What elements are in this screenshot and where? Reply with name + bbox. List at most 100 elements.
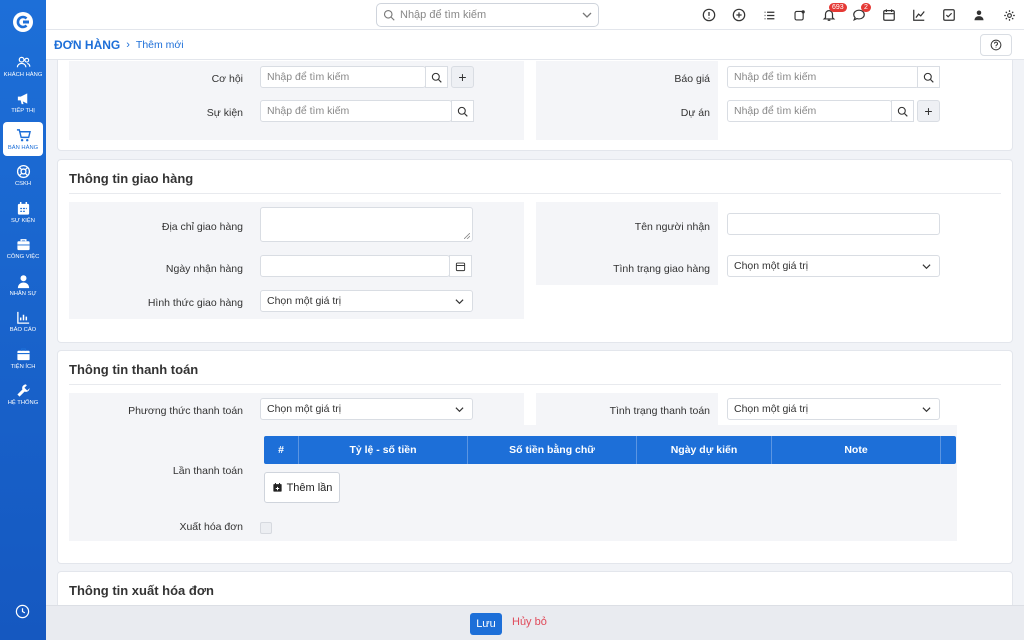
sidebar-item-label: HỆ THỐNG: [7, 400, 39, 406]
sidebar-item[interactable]: CSKH: [3, 159, 43, 193]
column-header: Tỷ lệ - số tiền: [299, 436, 468, 464]
add-icon[interactable]: [724, 0, 754, 30]
megaphone-icon: [16, 91, 31, 108]
sidebar-item-label: CÔNG VIỆC: [6, 254, 40, 260]
global-search-input[interactable]: Nhập để tìm kiếm: [376, 3, 599, 27]
sidebar-item-label: TIỆN ÍCH: [10, 363, 36, 370]
delivery-section: Thông tin giao hàng Địa chỉ giao hàng Ng…: [57, 159, 1013, 343]
bao-gia-input[interactable]: Nhập để tìm kiếm: [727, 66, 919, 88]
sidebar-item[interactable]: TIẾP THỊ: [3, 86, 43, 120]
payment-status-label: Tình trạng thanh toán: [609, 405, 710, 417]
notification-bell-icon[interactable]: 693: [814, 0, 847, 30]
sidebar-item[interactable]: HỆ THỐNG: [3, 378, 43, 412]
plus-icon: +: [458, 69, 467, 85]
settings-gear-icon[interactable]: [994, 0, 1024, 30]
su-kien-search-button[interactable]: [451, 100, 474, 122]
sidebar-item[interactable]: KHÁCH HÀNG: [3, 49, 43, 83]
sidebar-item[interactable]: TIỆN ÍCH: [3, 341, 43, 375]
co-hoi-search-button[interactable]: [425, 66, 448, 88]
du-an-add-button[interactable]: +: [917, 100, 940, 122]
save-button[interactable]: Lưu: [470, 613, 502, 635]
payment-method-select[interactable]: Chọn một giá trị: [260, 398, 473, 420]
column-header: Số tiền bằng chữ: [468, 436, 637, 464]
chat-icon[interactable]: 2: [844, 0, 874, 30]
breadcrumb-page: Thêm mới: [135, 38, 184, 51]
list-icon[interactable]: [754, 0, 784, 30]
sidebar: KHÁCH HÀNG TIẾP THỊ BÁN HÀNG CSKH SỰ KIỆN CÔN…: [0, 0, 46, 640]
message-badge: 2: [861, 3, 871, 12]
delivery-status-select[interactable]: Chọn một giá trị: [727, 255, 940, 277]
sidebar-item-label: BÁO CÁO: [9, 327, 37, 333]
clock-icon[interactable]: [15, 604, 30, 622]
chevron-down-icon: [582, 12, 592, 18]
chevron-down-icon: [922, 263, 931, 269]
logo-icon: [13, 12, 33, 32]
calendar-icon: [455, 262, 466, 271]
su-kien-input[interactable]: Nhập để tìm kiếm: [260, 100, 452, 122]
search-icon: [431, 72, 442, 83]
checkbox-icon[interactable]: [934, 0, 964, 30]
calendar-icon[interactable]: [874, 0, 904, 30]
help-button[interactable]: [980, 34, 1012, 56]
search-placeholder: Nhập để tìm kiếm: [400, 9, 487, 21]
co-hoi-add-button[interactable]: +: [451, 66, 474, 88]
recipient-input[interactable]: [727, 213, 940, 235]
chevron-right-icon: ›: [126, 38, 130, 51]
recipient-label: Tên người nhận: [634, 221, 710, 233]
app-logo[interactable]: [10, 9, 36, 35]
bao-gia-label: Báo giá: [674, 73, 710, 85]
receive-date-input[interactable]: [260, 255, 450, 277]
info-icon[interactable]: [694, 0, 724, 30]
payment-title: Thông tin thanh toán: [69, 362, 199, 377]
address-textarea[interactable]: [260, 207, 473, 242]
date-picker-button[interactable]: [449, 255, 472, 277]
sidebar-item-label: CSKH: [14, 181, 32, 187]
sidebar-item[interactable]: NHÂN SỰ: [3, 268, 43, 302]
panel-gap: [524, 393, 536, 425]
calendar-plus-icon: [272, 483, 282, 492]
delivery-title: Thông tin giao hàng: [69, 171, 194, 186]
breadcrumb-module[interactable]: ĐƠN HÀNG: [54, 38, 120, 52]
column-header: #: [264, 436, 299, 464]
sidebar-item[interactable]: SỰ KIỆN: [3, 195, 43, 229]
receive-date-label: Ngày nhận hàng: [165, 263, 243, 275]
box-icon: [16, 347, 31, 364]
method-label: Hình thức giao hàng: [147, 297, 243, 309]
form-footer: Lưu Hủy bỏ: [46, 605, 1024, 640]
cancel-button[interactable]: Hủy bỏ: [512, 616, 547, 628]
sidebar-item[interactable]: CÔNG VIỆC: [3, 232, 43, 266]
select-value: Chọn một giá trị: [734, 403, 809, 415]
sidebar-item-label: BÁN HÀNG: [7, 144, 39, 151]
payment-section: Thông tin thanh toán Phương thức thanh t…: [57, 350, 1013, 564]
person-icon: [16, 274, 31, 291]
question-icon: [990, 39, 1002, 51]
du-an-search-button[interactable]: [891, 100, 914, 122]
chevron-down-icon: [455, 406, 464, 412]
chevron-down-icon: [455, 298, 464, 304]
payment-status-select[interactable]: Chọn một giá trị: [727, 398, 940, 420]
invoice-title: Thông tin xuất hóa đơn: [69, 583, 214, 598]
co-hoi-input[interactable]: Nhập để tìm kiếm: [260, 66, 426, 88]
invoice-checkbox[interactable]: [260, 522, 272, 534]
select-value: Chọn một giá trị: [267, 295, 342, 307]
add-installment-button[interactable]: Thêm lần: [264, 472, 340, 503]
cart-icon: [16, 128, 31, 145]
column-header: Ngày dự kiến: [637, 436, 772, 464]
add-installment-label: Thêm lần: [286, 481, 333, 494]
search-icon: [383, 9, 395, 21]
chart-icon[interactable]: [904, 0, 934, 30]
du-an-label: Dự án: [680, 107, 710, 119]
du-an-input[interactable]: Nhập để tìm kiếm: [727, 100, 892, 122]
top-bar: Nhập để tìm kiếm 693 2: [46, 0, 1024, 30]
chevron-down-icon: [922, 406, 931, 412]
form-content: Cơ hội Nhập để tìm kiếm + Sự kiện Nhập đ…: [46, 60, 1024, 605]
co-hoi-label: Cơ hội: [211, 73, 243, 85]
report-icon: [16, 310, 31, 327]
delivery-method-select[interactable]: Chọn một giá trị: [260, 290, 473, 312]
sidebar-item[interactable]: BÁO CÁO: [3, 305, 43, 339]
bao-gia-search-button[interactable]: [917, 66, 940, 88]
sidebar-item[interactable]: BÁN HÀNG: [3, 122, 43, 156]
user-icon[interactable]: [964, 0, 994, 30]
sidebar-item-label: NHÂN SỰ: [9, 290, 37, 297]
task-icon[interactable]: [784, 0, 814, 30]
